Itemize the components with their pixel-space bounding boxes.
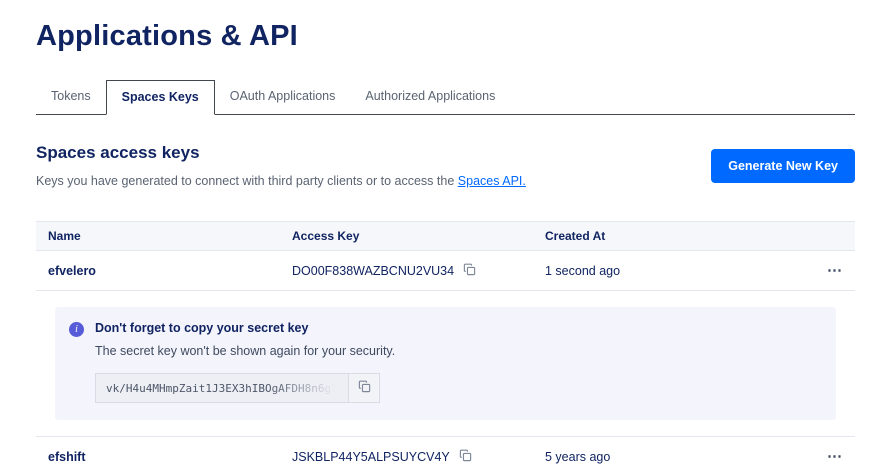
tab-authorized-applications[interactable]: Authorized Applications — [350, 80, 510, 114]
table-header-row: Name Access Key Created At — [36, 221, 855, 251]
copy-access-key-button[interactable] — [459, 449, 472, 465]
section-header: Spaces access keys Keys you have generat… — [36, 143, 855, 188]
section-title: Spaces access keys — [36, 143, 526, 163]
spaces-api-link[interactable]: Spaces API. — [458, 174, 526, 188]
created-at-value: 5 years ago — [545, 450, 815, 464]
callout-content: Don't forget to copy your secret key The… — [95, 321, 395, 403]
generate-new-key-button[interactable]: Generate New Key — [711, 149, 855, 183]
column-header-created-at: Created At — [545, 229, 815, 243]
tab-spaces-keys[interactable]: Spaces Keys — [106, 80, 215, 115]
created-at-value: 1 second ago — [545, 264, 815, 278]
tab-tokens[interactable]: Tokens — [36, 80, 106, 114]
secret-key-callout: i Don't forget to copy your secret key T… — [55, 307, 836, 420]
key-name: efvelero — [48, 264, 292, 278]
secret-key-field: vk/H4u4MHmpZait1J3EX3hIBOgAFDH8n6gTv3H — [95, 373, 380, 403]
access-key-value: JSKBLP44Y5ALPSUYCV4Y — [292, 450, 450, 464]
secret-key-value[interactable]: vk/H4u4MHmpZait1J3EX3hIBOgAFDH8n6gTv3H — [95, 373, 349, 403]
secret-key-callout-row: i Don't forget to copy your secret key T… — [36, 291, 855, 437]
page-container: Applications & API Tokens Spaces Keys OA… — [0, 0, 889, 471]
callout-title: Don't forget to copy your secret key — [95, 321, 395, 335]
access-key-cell: DO00F838WAZBCNU2VU34 — [292, 263, 545, 279]
copy-icon — [459, 449, 472, 465]
row-more-menu-icon[interactable]: ⋯ — [815, 452, 843, 462]
copy-secret-key-button[interactable] — [349, 373, 380, 403]
callout-subtitle: The secret key won't be shown again for … — [95, 344, 395, 358]
table-row: efshift JSKBLP44Y5ALPSUYCV4Y 5 years ago… — [36, 437, 855, 471]
info-icon: i — [69, 322, 84, 337]
copy-access-key-button[interactable] — [463, 263, 476, 279]
page-title: Applications & API — [36, 20, 855, 53]
key-name: efshift — [48, 450, 292, 464]
row-more-menu-icon[interactable]: ⋯ — [815, 266, 843, 276]
column-header-access-key: Access Key — [292, 229, 545, 243]
tab-bar: Tokens Spaces Keys OAuth Applications Au… — [36, 80, 855, 115]
section-description: Keys you have generated to connect with … — [36, 174, 526, 188]
column-header-name: Name — [48, 229, 292, 243]
tab-oauth-applications[interactable]: OAuth Applications — [215, 80, 351, 114]
access-key-cell: JSKBLP44Y5ALPSUYCV4Y — [292, 449, 545, 465]
section-header-text: Spaces access keys Keys you have generat… — [36, 143, 526, 188]
keys-table: Name Access Key Created At efvelero DO00… — [36, 221, 855, 471]
section-description-text: Keys you have generated to connect with … — [36, 174, 454, 188]
copy-icon — [463, 263, 476, 279]
access-key-value: DO00F838WAZBCNU2VU34 — [292, 264, 454, 278]
copy-icon — [358, 380, 371, 396]
table-row: efvelero DO00F838WAZBCNU2VU34 1 second a… — [36, 251, 855, 291]
